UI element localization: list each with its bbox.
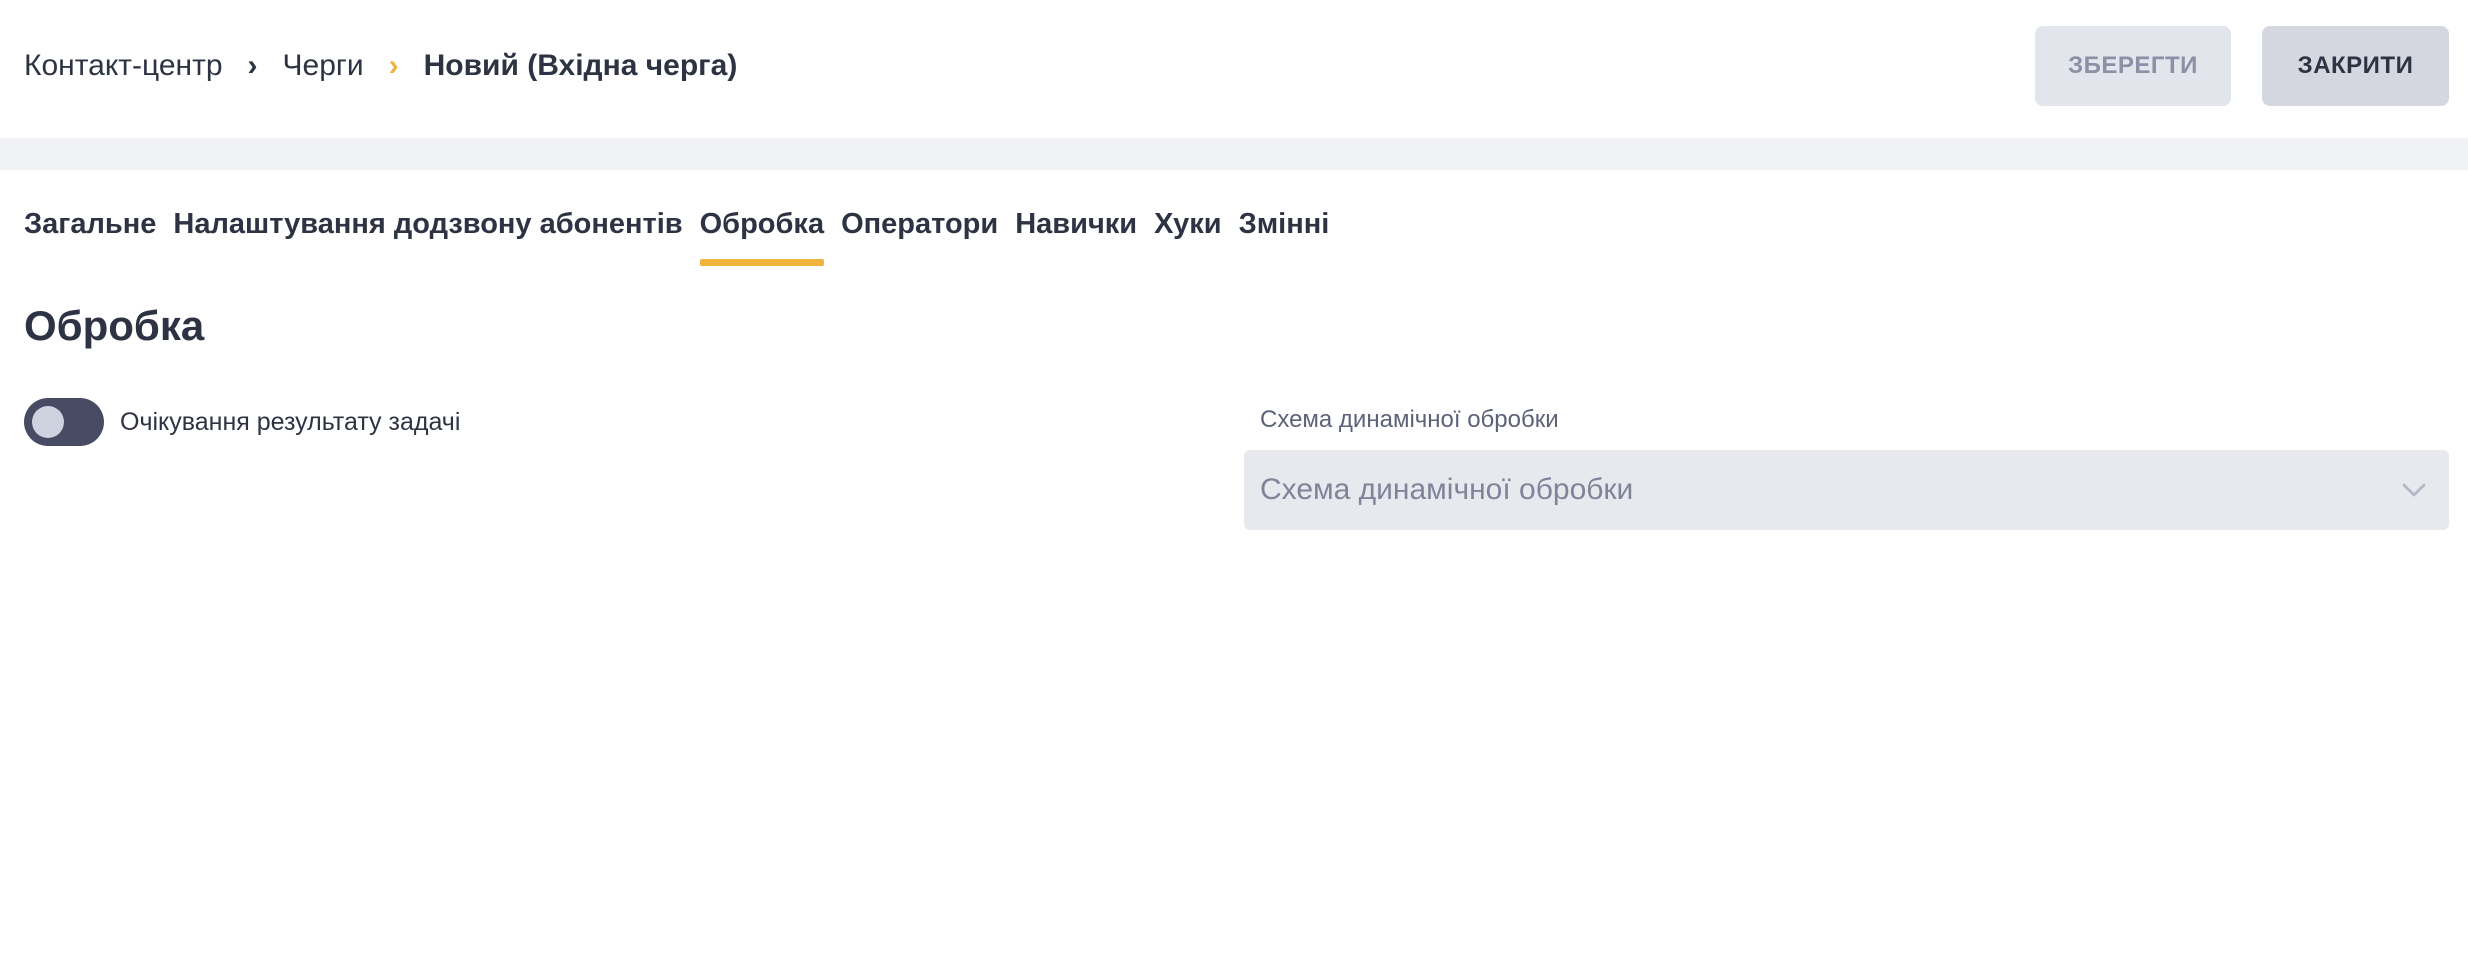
tab-variables[interactable]: Змінні <box>1239 196 1330 266</box>
task-result-toggle[interactable] <box>24 398 104 446</box>
task-result-toggle-label: Очікування результату задачі <box>120 407 461 436</box>
task-result-toggle-row: Очікування результату задачі <box>24 398 460 446</box>
chevron-down-icon[interactable] <box>2399 475 2429 505</box>
tab-operators[interactable]: Оператори <box>841 196 998 266</box>
chevron-right-icon: › <box>247 49 258 82</box>
breadcrumb: Контакт-центр › Черги › Новий (Вхідна че… <box>24 44 737 88</box>
page-header: Контакт-центр › Черги › Новий (Вхідна че… <box>0 0 2468 138</box>
tab-bar: Загальне Налаштування додзвону абонентів… <box>24 196 1346 266</box>
breadcrumb-contact-center[interactable]: Контакт-центр <box>24 49 223 83</box>
save-button[interactable]: ЗБЕРЕГТИ <box>2035 26 2231 106</box>
tab-hooks[interactable]: Хуки <box>1154 196 1221 266</box>
header-divider <box>0 138 2468 170</box>
section-title: Обробка <box>24 302 205 349</box>
close-button[interactable]: ЗАКРИТИ <box>2262 26 2449 106</box>
breadcrumb-current: Новий (Вхідна черга) <box>423 49 738 82</box>
chevron-right-icon: › <box>388 49 399 82</box>
scheme-select-placeholder: Схема динамічної обробки <box>1260 473 1634 506</box>
scheme-field-label: Схема динамічної обробки <box>1260 406 1559 433</box>
tab-dialing-settings[interactable]: Налаштування додзвону абонентів <box>173 196 682 266</box>
scheme-select[interactable]: Схема динамічної обробки <box>1244 450 2449 530</box>
breadcrumb-queues[interactable]: Черги <box>283 49 364 83</box>
tab-processing[interactable]: Обробка <box>699 196 825 266</box>
toggle-knob <box>32 406 64 438</box>
tab-skills[interactable]: Навички <box>1015 196 1137 266</box>
tab-general[interactable]: Загальне <box>24 196 156 266</box>
